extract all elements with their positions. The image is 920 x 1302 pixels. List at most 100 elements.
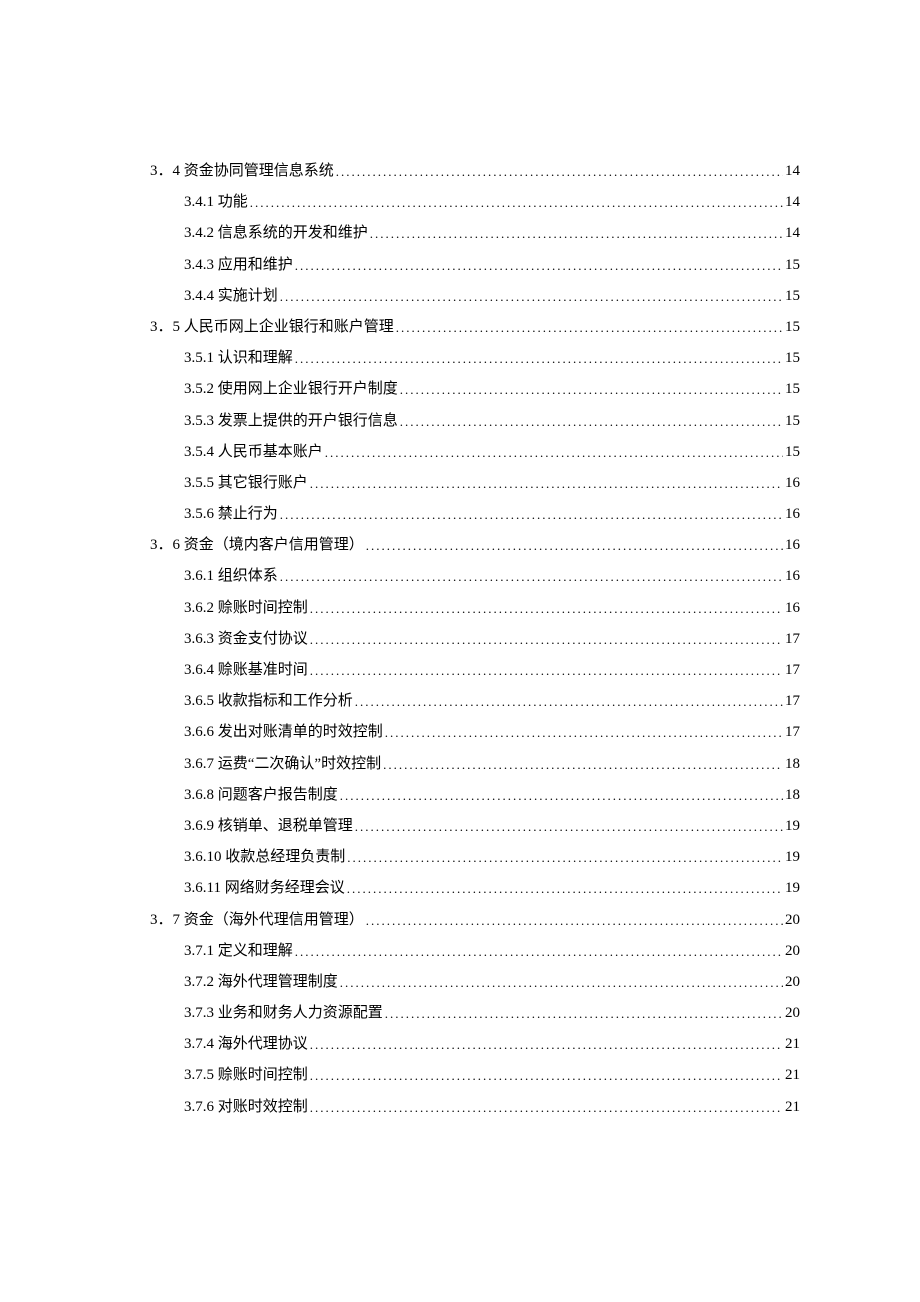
toc-entry: 3.6.3 资金支付协议17 <box>184 632 800 647</box>
toc-entry-label: 3.5.5 其它银行账户 <box>184 476 308 491</box>
toc-leader-dots <box>310 633 783 646</box>
toc-entry: 3.6.1 组织体系 16 <box>184 569 800 584</box>
toc-entry-page: 19 <box>785 850 800 865</box>
toc-entry-label: 3.6.1 组织体系 <box>184 569 278 584</box>
toc-entry-label: 3．5 人民币网上企业银行和账户管理 <box>150 320 394 335</box>
toc-entry-label: 3.5.3 发票上提供的开户银行信息 <box>184 414 398 429</box>
toc-entry-label: 3.6.8 问题客户报告制度 <box>184 788 338 803</box>
toc-leader-dots <box>280 290 783 303</box>
toc-entry-label: 3.5.2 使用网上企业银行开户制度 <box>184 382 398 397</box>
toc-entry: 3.4.4 实施计划 15 <box>184 289 800 304</box>
toc-entry-page: 20 <box>785 944 800 959</box>
toc-entry-label: 3.7.3 业务和财务人力资源配置 <box>184 1006 383 1021</box>
toc-entry-page: 15 <box>785 382 800 397</box>
toc-entry: 3.5.5 其它银行账户 16 <box>184 476 800 491</box>
toc-entry-label: 3．4 资金协同管理信息系统 <box>150 164 334 179</box>
toc-entry: 3.7.5 赊账时间控制21 <box>184 1068 800 1083</box>
toc-entry: 3.7.1 定义和理解 20 <box>184 944 800 959</box>
toc-entry-page: 17 <box>785 663 800 678</box>
toc-entry-page: 16 <box>785 569 800 584</box>
toc-leader-dots <box>347 882 783 895</box>
toc-leader-dots <box>310 602 783 615</box>
toc-entry: 3．5 人民币网上企业银行和账户管理 15 <box>150 320 800 335</box>
toc-leader-dots <box>325 446 783 459</box>
toc-entry: 3.6.8 问题客户报告制度18 <box>184 788 800 803</box>
toc-entry-page: 15 <box>785 258 800 273</box>
toc-entry-page: 14 <box>785 226 800 241</box>
toc-entry: 3．6 资金（境内客户信用管理） 16 <box>150 538 800 553</box>
toc-leader-dots <box>310 1038 783 1051</box>
toc-entry-page: 21 <box>785 1100 800 1115</box>
toc-entry-label: 3.5.1 认识和理解 <box>184 351 293 366</box>
toc-entry: 3.6.4 赊账基准时间 17 <box>184 663 800 678</box>
toc-entry: 3.6.10 收款总经理负责制19 <box>184 850 800 865</box>
toc-leader-dots <box>280 508 783 521</box>
toc-entry-page: 16 <box>785 538 800 553</box>
toc-leader-dots <box>355 820 783 833</box>
toc-leader-dots <box>383 758 783 771</box>
toc-entry: 3.7.2 海外代理管理制度20 <box>184 975 800 990</box>
toc-leader-dots <box>295 352 783 365</box>
toc-leader-dots <box>366 914 783 927</box>
toc-entry: 3.5.3 发票上提供的开户银行信息 15 <box>184 414 800 429</box>
toc-leader-dots <box>336 165 783 178</box>
toc-entry-page: 16 <box>785 476 800 491</box>
toc-entry-label: 3.5.4 人民币基本账户 <box>184 445 323 460</box>
toc-entry-page: 16 <box>785 601 800 616</box>
toc-leader-dots <box>310 477 783 490</box>
toc-leader-dots <box>385 726 783 739</box>
toc-leader-dots <box>310 1101 783 1114</box>
toc-entry: 3.7.3 业务和财务人力资源配置 20 <box>184 1006 800 1021</box>
toc-entry-page: 21 <box>785 1037 800 1052</box>
toc-entry-label: 3.6.11 网络财务经理会议 <box>184 881 345 896</box>
toc-leader-dots <box>370 227 783 240</box>
toc-leader-dots <box>400 383 783 396</box>
toc-leader-dots <box>295 259 783 272</box>
toc-entry-page: 21 <box>785 1068 800 1083</box>
toc-entry: 3．7 资金（海外代理信用管理）20 <box>150 913 800 928</box>
toc-leader-dots <box>355 695 783 708</box>
toc-entry: 3.4.2 信息系统的开发和维护14 <box>184 226 800 241</box>
toc-entry-page: 15 <box>785 320 800 335</box>
table-of-contents: 3．4 资金协同管理信息系统143.4.1 功能143.4.2 信息系统的开发和… <box>150 164 800 1115</box>
toc-entry: 3.4.3 应用和维护15 <box>184 258 800 273</box>
toc-entry-page: 14 <box>785 195 800 210</box>
toc-leader-dots <box>396 321 783 334</box>
toc-entry-page: 15 <box>785 445 800 460</box>
toc-entry: 3．4 资金协同管理信息系统14 <box>150 164 800 179</box>
toc-entry-page: 15 <box>785 414 800 429</box>
toc-entry-page: 17 <box>785 694 800 709</box>
toc-entry-page: 15 <box>785 289 800 304</box>
toc-entry-page: 15 <box>785 351 800 366</box>
toc-entry: 3.6.7 运费“二次确认”时效控制18 <box>184 757 800 772</box>
toc-leader-dots <box>340 976 783 989</box>
toc-entry-label: 3.6.3 资金支付协议 <box>184 632 308 647</box>
toc-entry: 3.6.5 收款指标和工作分析 17 <box>184 694 800 709</box>
toc-leader-dots <box>385 1007 783 1020</box>
toc-entry-label: 3.4.4 实施计划 <box>184 289 278 304</box>
toc-leader-dots <box>347 851 783 864</box>
toc-entry-label: 3．6 资金（境内客户信用管理） <box>150 538 364 553</box>
toc-entry-label: 3.6.5 收款指标和工作分析 <box>184 694 353 709</box>
toc-entry: 3.5.4 人民币基本账户 15 <box>184 445 800 460</box>
toc-entry-page: 20 <box>785 1006 800 1021</box>
toc-entry-label: 3.6.9 核销单、退税单管理 <box>184 819 353 834</box>
toc-entry: 3.7.4 海外代理协议21 <box>184 1037 800 1052</box>
toc-leader-dots <box>400 415 783 428</box>
toc-entry-label: 3.7.6 对账时效控制 <box>184 1100 308 1115</box>
toc-leader-dots <box>250 196 783 209</box>
toc-entry: 3.6.2 赊账时间控制16 <box>184 601 800 616</box>
toc-entry: 3.5.1 认识和理解 15 <box>184 351 800 366</box>
toc-entry-page: 20 <box>785 913 800 928</box>
toc-entry: 3.6.6 发出对账清单的时效控制17 <box>184 725 800 740</box>
toc-entry-page: 16 <box>785 507 800 522</box>
toc-entry-label: 3.7.1 定义和理解 <box>184 944 293 959</box>
toc-entry-label: 3.6.4 赊账基准时间 <box>184 663 308 678</box>
toc-leader-dots <box>280 570 783 583</box>
toc-leader-dots <box>310 1069 783 1082</box>
toc-entry-label: 3.7.2 海外代理管理制度 <box>184 975 338 990</box>
toc-leader-dots <box>366 539 783 552</box>
toc-entry-label: 3.5.6 禁止行为 <box>184 507 278 522</box>
toc-entry: 3.6.9 核销单、退税单管理 19 <box>184 819 800 834</box>
toc-entry-page: 19 <box>785 819 800 834</box>
